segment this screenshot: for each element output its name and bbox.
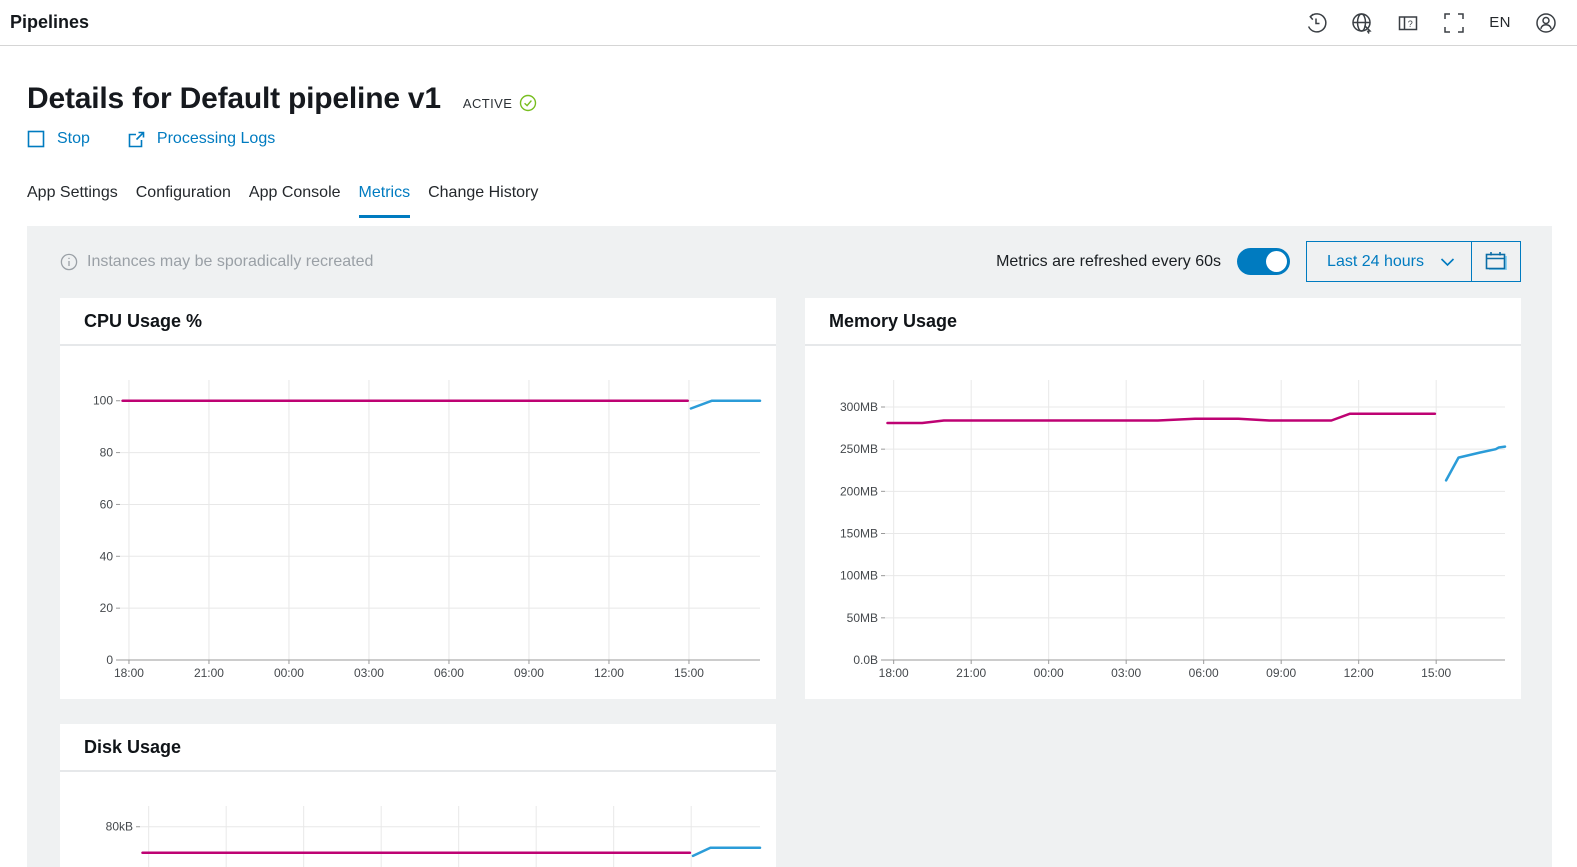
chevron-down-icon xyxy=(1440,257,1455,267)
status-badge: ACTIVE xyxy=(463,94,537,112)
svg-text:06:00: 06:00 xyxy=(434,666,464,680)
svg-text:40: 40 xyxy=(100,549,114,563)
processing-logs-link[interactable]: Processing Logs xyxy=(128,130,275,148)
info-note: Instances may be sporadically recreated xyxy=(60,253,373,271)
cpu-usage-chart: 18:00 21:00 00:00 03:00 06:00 09:00 12:00 15:00… xyxy=(68,360,768,690)
cpu-usage-card: CPU Usage % 18:00 21:00 00:00 03:00 06:00 09:… xyxy=(60,298,776,699)
svg-text:03:00: 03:00 xyxy=(354,666,384,680)
title-row: Details for Default pipeline v1 ACTIVE xyxy=(27,82,1577,116)
svg-text:21:00: 21:00 xyxy=(956,666,986,680)
metrics-panel: Instances may be sporadically recreated … xyxy=(27,226,1552,867)
svg-text:09:00: 09:00 xyxy=(1266,666,1296,680)
stop-icon xyxy=(27,130,45,148)
actions-row: Stop Processing Logs xyxy=(27,130,1577,148)
svg-text:12:00: 12:00 xyxy=(594,666,624,680)
topbar-icons: ? EN xyxy=(1299,6,1563,40)
svg-text:15:00: 15:00 xyxy=(674,666,704,680)
svg-text:300MB: 300MB xyxy=(840,400,878,414)
charts-grid: CPU Usage % 18:00 21:00 00:00 03:00 06:00 09:… xyxy=(60,298,1521,867)
svg-text:50MB: 50MB xyxy=(847,611,878,625)
memory-usage-chart: 18:00 21:00 00:00 03:00 06:00 09:00 12:00 15:00… xyxy=(813,360,1513,690)
svg-text:80: 80 xyxy=(100,446,114,460)
svg-text:60: 60 xyxy=(100,497,114,511)
tab-app-console[interactable]: App Console xyxy=(249,178,341,218)
top-bar: Pipelines xyxy=(0,0,1577,46)
calendar-icon xyxy=(1483,250,1510,274)
svg-text:100: 100 xyxy=(93,394,113,408)
info-text: Instances may be sporadically recreated xyxy=(87,253,373,271)
info-icon xyxy=(60,253,78,271)
svg-text:0: 0 xyxy=(106,653,113,667)
svg-text:200MB: 200MB xyxy=(840,484,878,498)
language-selector[interactable]: EN xyxy=(1483,6,1517,40)
svg-text:18:00: 18:00 xyxy=(114,666,144,680)
refresh-label: Metrics are refreshed every 60s xyxy=(996,253,1221,271)
svg-text:0.0B: 0.0B xyxy=(853,653,878,667)
time-range-dropdown[interactable]: Last 24 hours xyxy=(1307,242,1471,281)
tab-configuration[interactable]: Configuration xyxy=(136,178,231,218)
svg-text:03:00: 03:00 xyxy=(1111,666,1141,680)
globe-pointer-icon[interactable] xyxy=(1345,6,1379,40)
time-range-box: Last 24 hours xyxy=(1306,241,1521,282)
memory-usage-title: Memory Usage xyxy=(805,298,1521,346)
manual-help-icon[interactable]: ? xyxy=(1391,6,1425,40)
svg-text:20: 20 xyxy=(100,601,114,615)
toggle-knob xyxy=(1266,251,1287,272)
svg-text:15:00: 15:00 xyxy=(1421,666,1451,680)
check-circle-icon xyxy=(519,94,537,112)
svg-text:12:00: 12:00 xyxy=(1344,666,1374,680)
history-icon[interactable] xyxy=(1299,6,1333,40)
app-title: Pipelines xyxy=(10,12,89,33)
svg-text:18:00: 18:00 xyxy=(879,666,909,680)
svg-text:?: ? xyxy=(1408,19,1413,29)
disk-usage-chart: 18:0021:0000:0003:0006:0009:0012:0015:00… xyxy=(68,786,768,867)
svg-text:250MB: 250MB xyxy=(840,442,878,456)
toolbar-right: Metrics are refreshed every 60s Last 24 … xyxy=(996,241,1521,282)
memory-usage-card: Memory Usage 18:00 21:00 00:00 03:00 06:00 09… xyxy=(805,298,1521,699)
disk-usage-title: Disk Usage xyxy=(60,724,776,772)
fullscreen-icon[interactable] xyxy=(1437,6,1471,40)
disk-usage-card: Disk Usage 18:0021:0000:0003:0006:0009:0… xyxy=(60,724,776,867)
refresh-toggle[interactable] xyxy=(1237,248,1290,275)
svg-text:21:00: 21:00 xyxy=(194,666,224,680)
cpu-usage-title: CPU Usage % xyxy=(60,298,776,346)
status-text: ACTIVE xyxy=(463,96,512,111)
svg-text:00:00: 00:00 xyxy=(274,666,304,680)
user-avatar-icon[interactable] xyxy=(1529,6,1563,40)
svg-text:09:00: 09:00 xyxy=(514,666,544,680)
metrics-toolbar: Instances may be sporadically recreated … xyxy=(27,241,1552,282)
svg-text:80kB: 80kB xyxy=(106,820,133,834)
page-content: Details for Default pipeline v1 ACTIVE S… xyxy=(0,82,1577,218)
svg-text:06:00: 06:00 xyxy=(1189,666,1219,680)
stop-label: Stop xyxy=(57,130,90,148)
calendar-button[interactable] xyxy=(1471,242,1520,281)
external-link-icon xyxy=(128,131,145,148)
svg-text:150MB: 150MB xyxy=(840,526,878,540)
tab-metrics[interactable]: Metrics xyxy=(359,178,411,218)
time-range-value: Last 24 hours xyxy=(1327,253,1424,271)
tab-bar: App Settings Configuration App Console M… xyxy=(27,178,1577,218)
app-window: Pipelines xyxy=(0,0,1577,867)
processing-logs-label: Processing Logs xyxy=(157,130,275,148)
stop-button[interactable]: Stop xyxy=(27,130,90,148)
svg-text:00:00: 00:00 xyxy=(1034,666,1064,680)
page-title: Details for Default pipeline v1 xyxy=(27,82,441,116)
tab-change-history[interactable]: Change History xyxy=(428,178,538,218)
svg-text:100MB: 100MB xyxy=(840,569,878,583)
tab-app-settings[interactable]: App Settings xyxy=(27,178,118,218)
